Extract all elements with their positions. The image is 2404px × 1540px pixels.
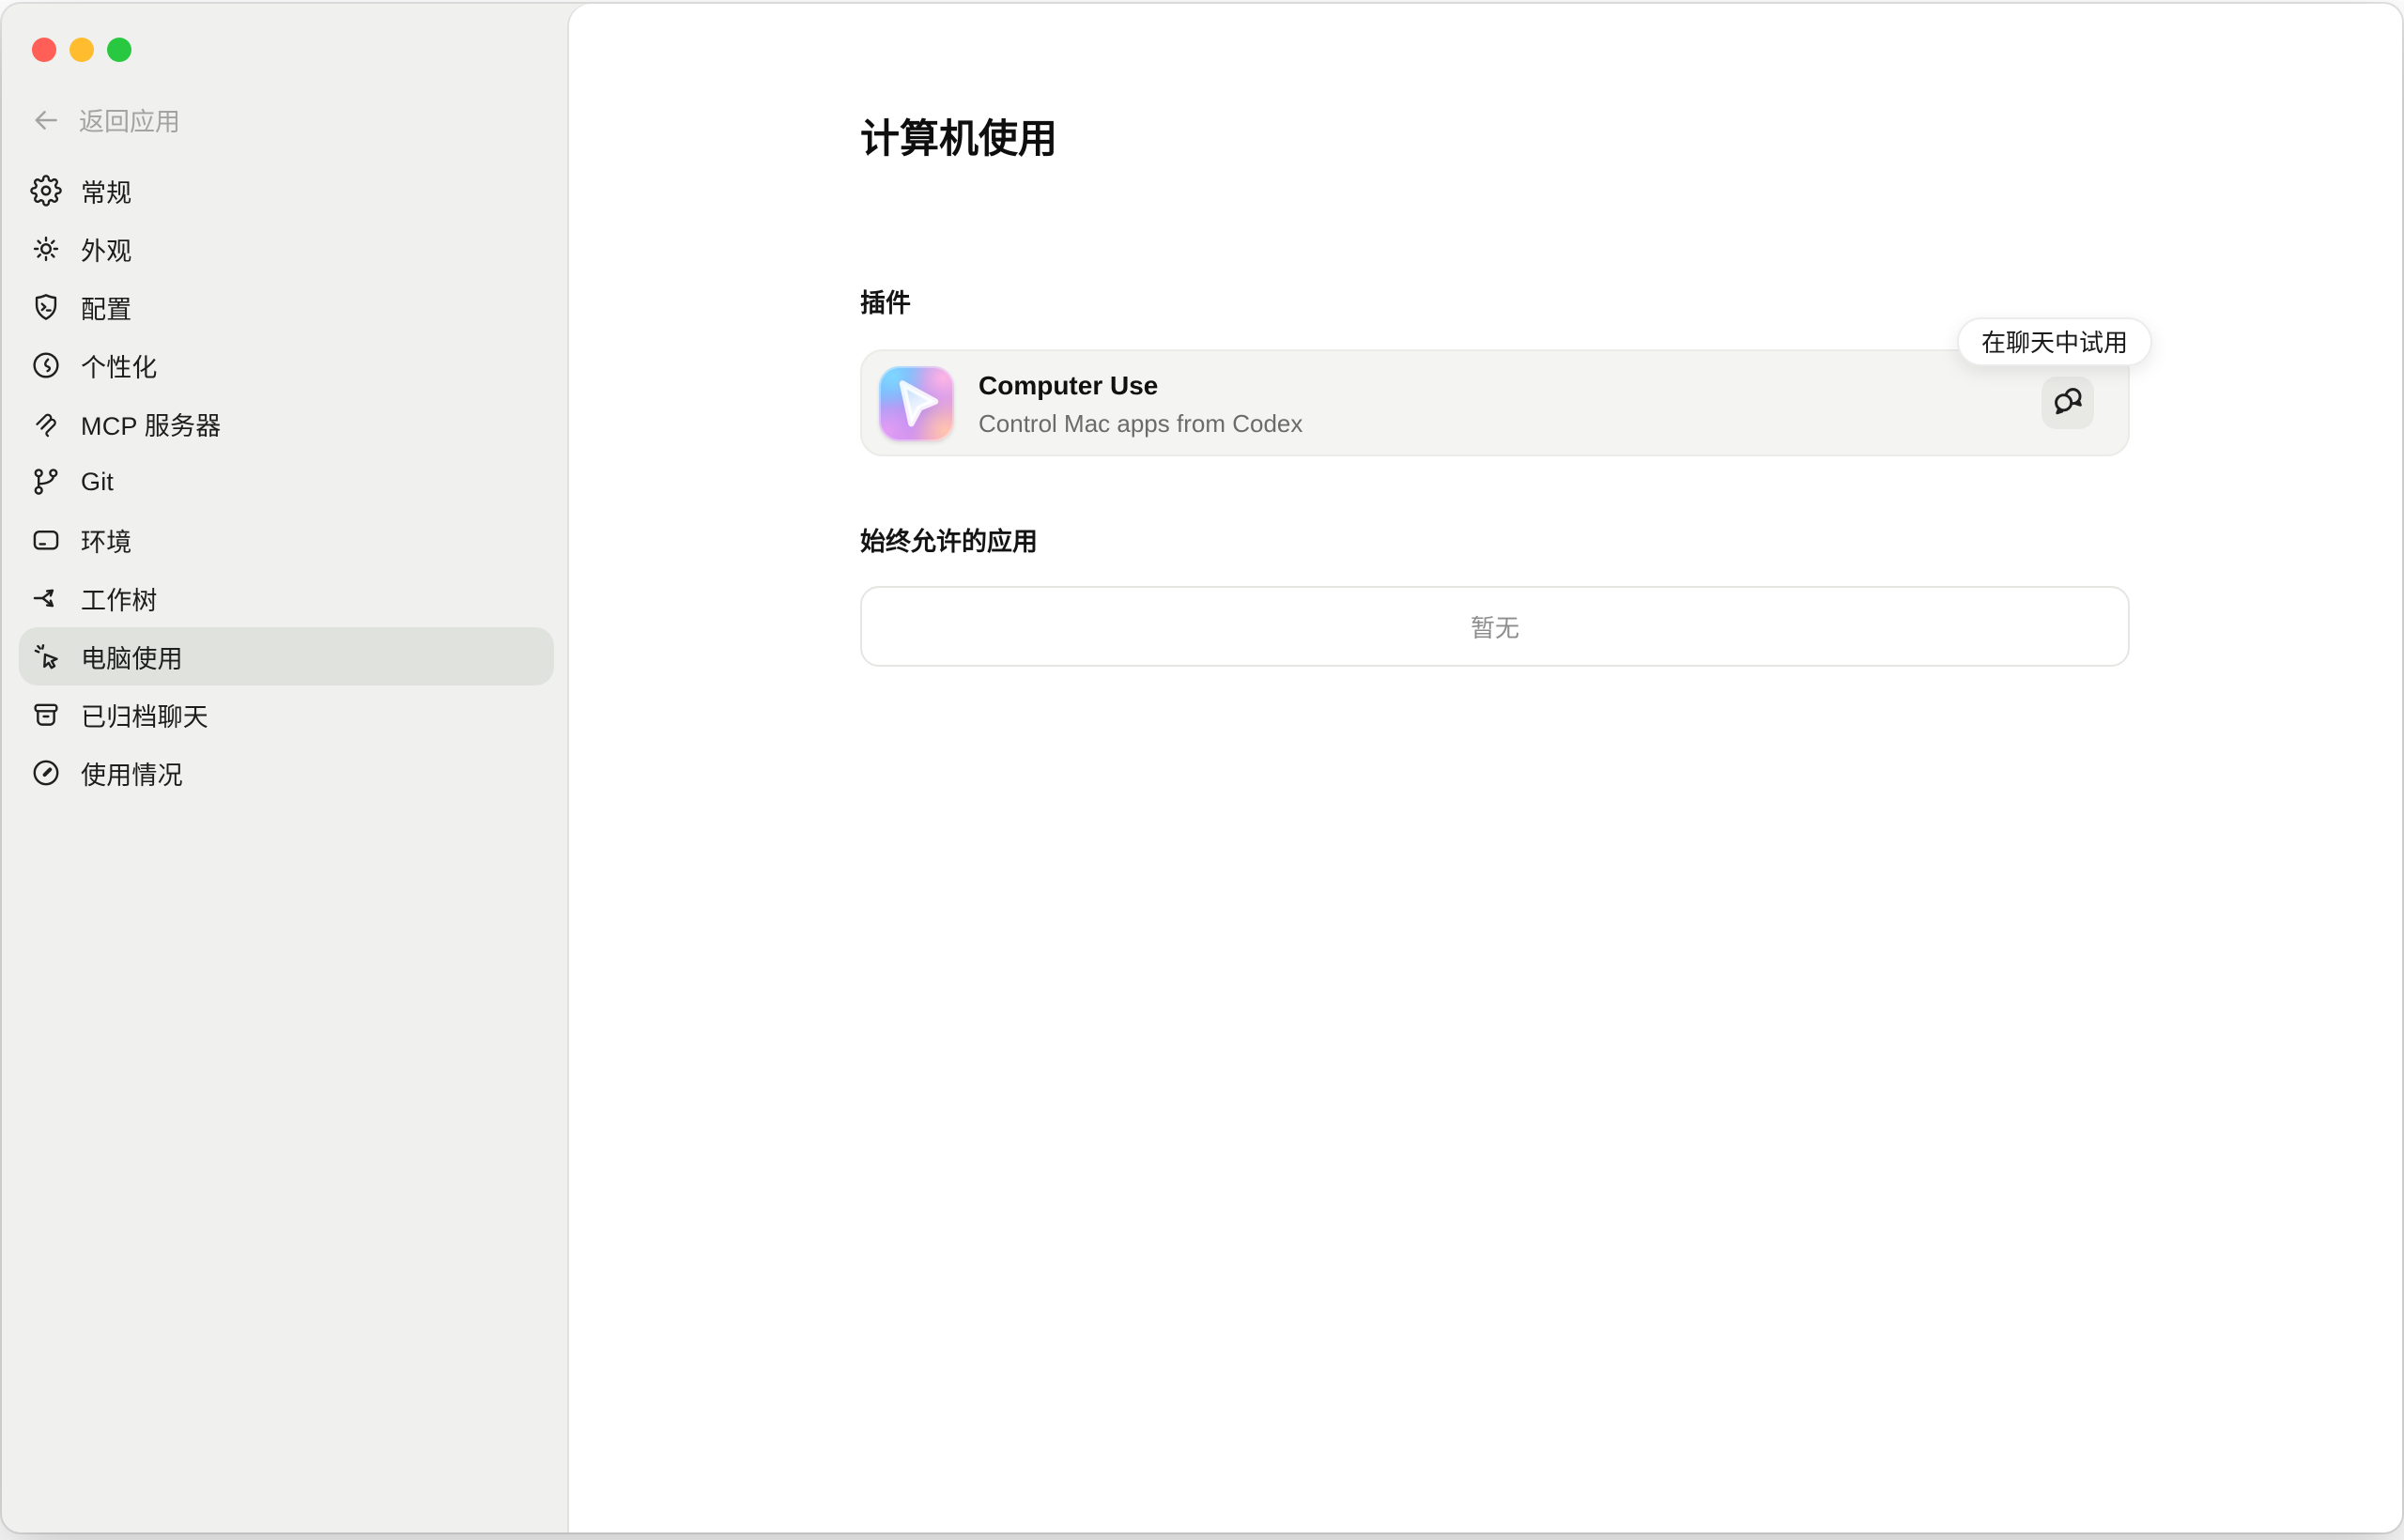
plugin-card-computer-use[interactable]: Computer Use Control Mac apps from Codex… — [860, 349, 2130, 456]
sidebar-item-label: MCP 服务器 — [81, 406, 221, 442]
sidebar-item-computer-use[interactable]: 电脑使用 — [19, 627, 554, 685]
back-arrow-icon — [30, 104, 62, 136]
allowed-apps-section-label: 始终允许的应用 — [860, 524, 2130, 560]
screenshot-stage: 返回应用 常规 — [0, 0, 2404, 1540]
sidebar-item-label: 已归档聊天 — [81, 697, 208, 733]
minimize-button[interactable] — [69, 38, 94, 62]
window-frame-icon — [30, 524, 62, 556]
worktree-split-arrows-icon — [30, 582, 62, 614]
gear-icon — [30, 175, 62, 207]
close-button[interactable] — [32, 38, 56, 62]
page-title: 计算机使用 — [860, 113, 2130, 165]
chat-bubbles-icon — [2047, 379, 2088, 427]
sidebar-item-label: 个性化 — [81, 347, 158, 384]
sidebar-item-label: 常规 — [81, 173, 131, 209]
sidebar-nav: 常规 外观 — [19, 162, 554, 802]
sidebar-item-mcp-servers[interactable]: MCP 服务器 — [19, 394, 554, 453]
allowed-apps-empty-text: 暂无 — [1471, 609, 1519, 644]
sidebar-item-label: 配置 — [81, 289, 131, 326]
sidebar-item-worktrees[interactable]: 工作树 — [19, 569, 554, 627]
sidebar-item-appearance[interactable]: 外观 — [19, 220, 554, 278]
computer-use-app-icon — [879, 366, 954, 441]
sidebar-item-config[interactable]: 配置 — [19, 278, 554, 336]
sidebar-item-label: 环境 — [81, 522, 131, 559]
traffic-lights — [32, 38, 131, 62]
settings-window: 返回应用 常规 — [2, 4, 2402, 1532]
plugin-name: Computer Use — [979, 366, 1302, 406]
sidebar-item-label: 使用情况 — [81, 755, 183, 792]
git-branch-icon — [30, 466, 62, 498]
settings-main-panel: 计算机使用 插件 — [569, 4, 2402, 1532]
try-in-chat-tooltip: 在聊天中试用 — [1957, 317, 2152, 366]
sidebar-item-environment[interactable]: 环境 — [19, 511, 554, 569]
sidebar-item-usage[interactable]: 使用情况 — [19, 744, 554, 802]
back-to-app-label: 返回应用 — [79, 101, 180, 138]
allowed-apps-empty-box: 暂无 — [860, 586, 2130, 667]
sidebar-item-general[interactable]: 常规 — [19, 162, 554, 220]
gauge-icon — [30, 757, 62, 789]
plugin-description: Control Mac apps from Codex — [979, 406, 1302, 441]
shield-terminal-icon — [30, 291, 62, 323]
try-in-chat-button[interactable] — [2042, 377, 2094, 429]
personalize-icon — [30, 349, 62, 381]
sidebar-item-archived-chats[interactable]: 已归档聊天 — [19, 685, 554, 744]
mcp-icon — [30, 408, 62, 439]
sun-icon — [30, 233, 62, 265]
cursor-sparks-icon — [30, 640, 62, 672]
plugin-texts: Computer Use Control Mac apps from Codex — [979, 366, 1302, 441]
sidebar-item-git[interactable]: Git — [19, 453, 554, 511]
archive-box-icon — [30, 699, 62, 731]
sidebar-item-label: 工作树 — [81, 580, 158, 617]
sidebar-item-label: 电脑使用 — [81, 639, 183, 675]
plugins-section-label: 插件 — [860, 285, 2130, 321]
back-to-app-button[interactable]: 返回应用 — [30, 101, 180, 138]
sidebar-item-label: Git — [81, 468, 114, 497]
settings-sidebar: 返回应用 常规 — [2, 4, 569, 1532]
sidebar-item-personalization[interactable]: 个性化 — [19, 336, 554, 394]
sidebar-item-label: 外观 — [81, 231, 131, 268]
zoom-button[interactable] — [107, 38, 131, 62]
